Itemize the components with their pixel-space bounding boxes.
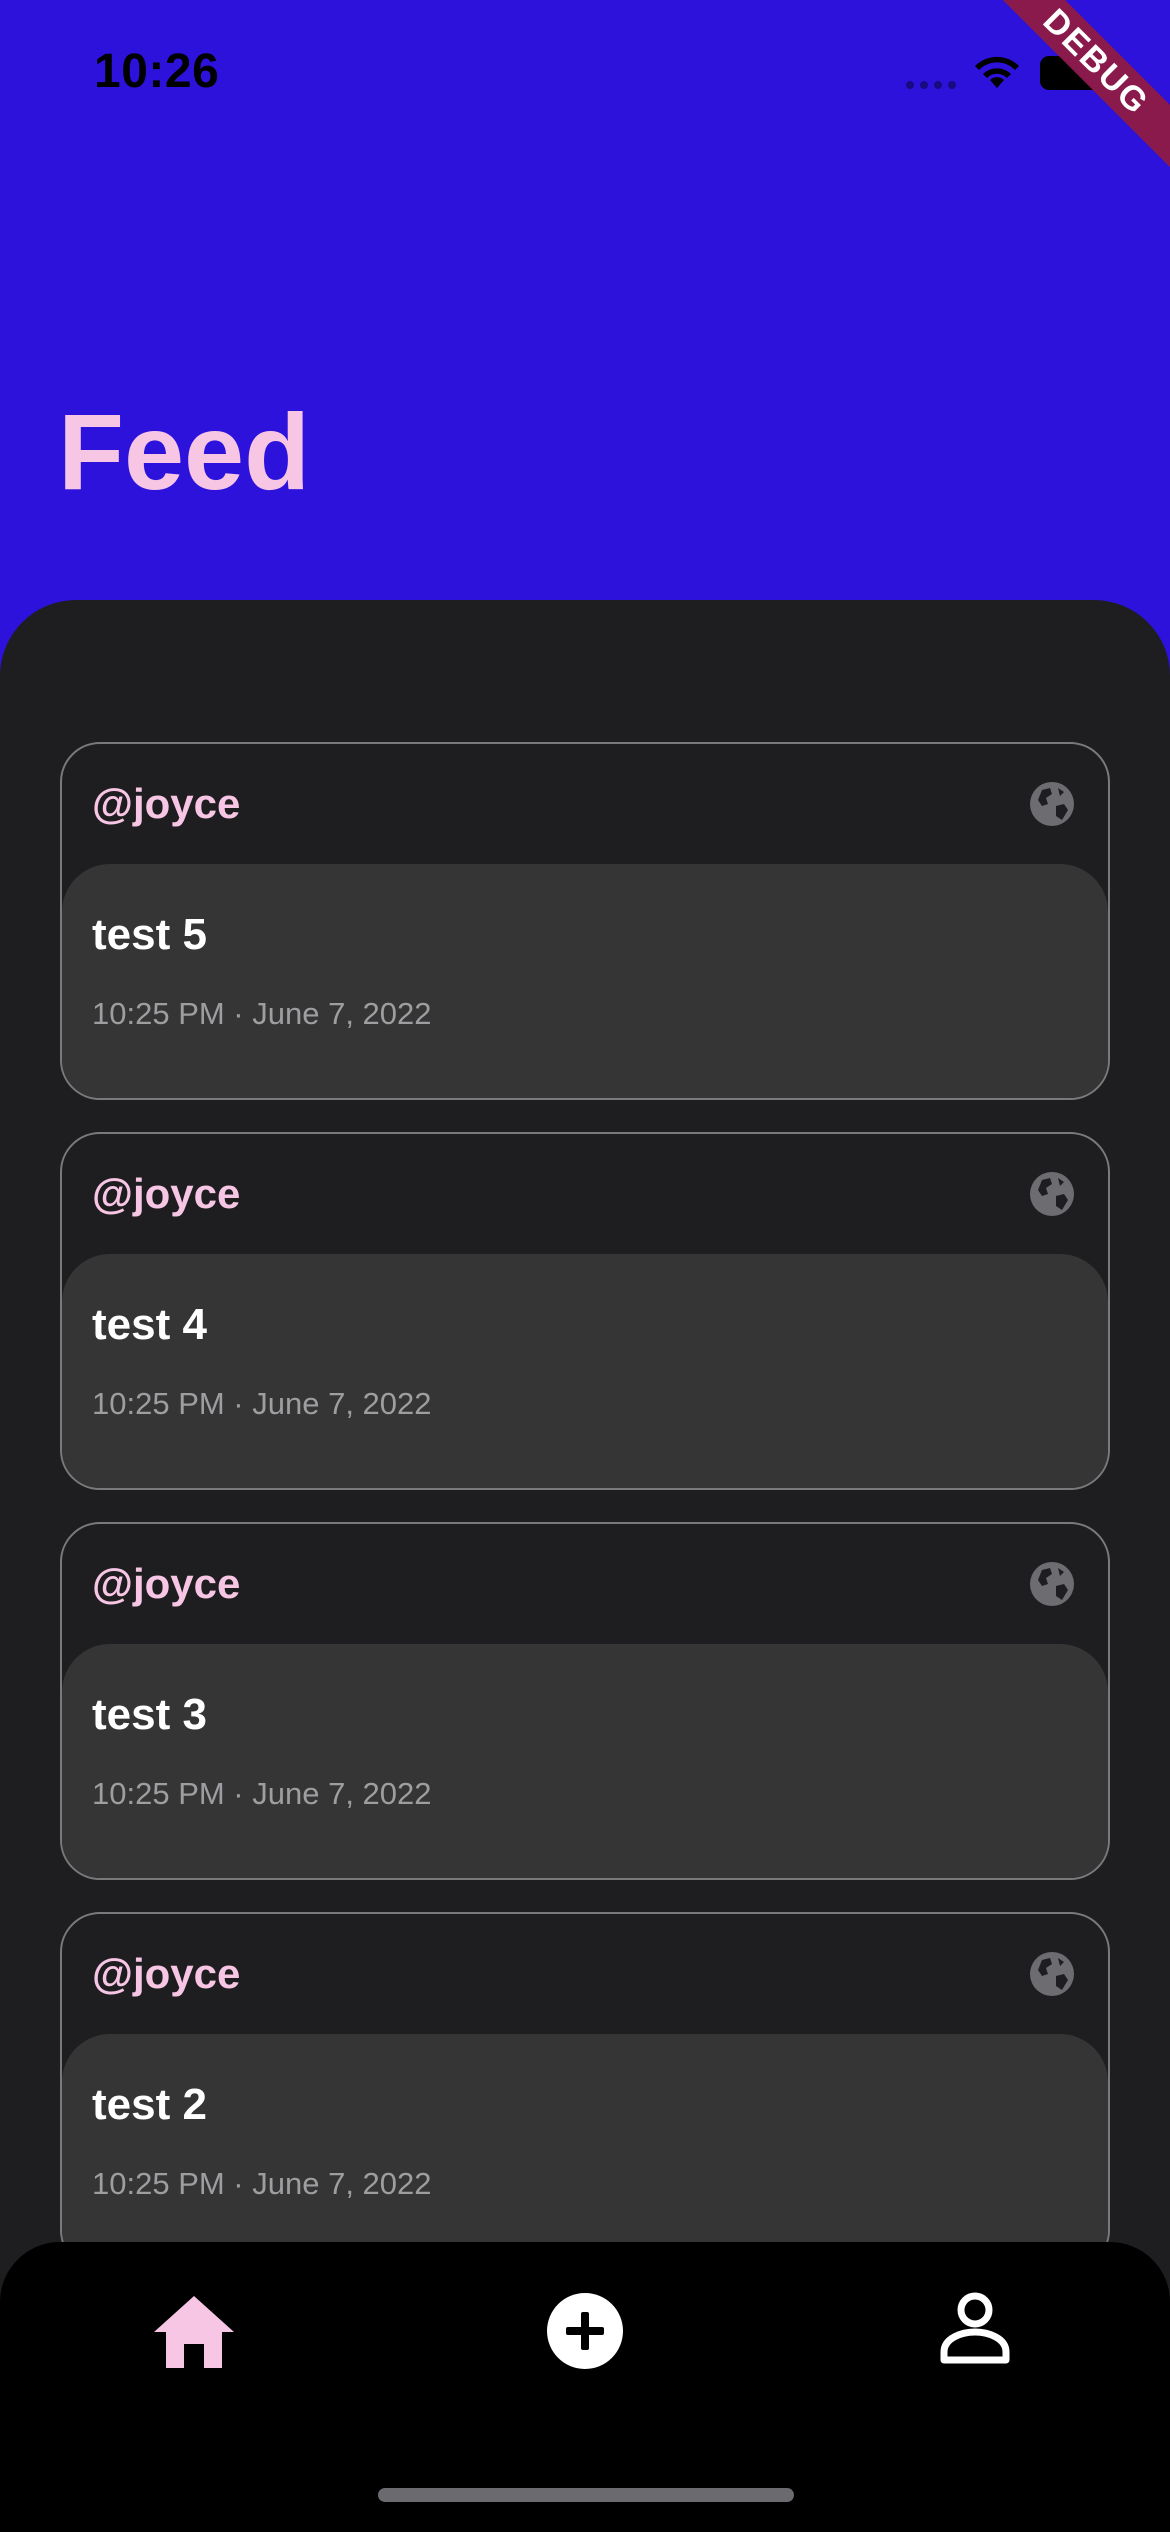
post-body: test 4 10:25 PM · June 7, 2022 xyxy=(62,1254,1108,1488)
page-title: Feed xyxy=(58,391,311,512)
globe-icon xyxy=(1030,1172,1074,1216)
person-icon[interactable] xyxy=(940,2292,1010,2364)
post-timestamp: 10:25 PM · June 7, 2022 xyxy=(92,996,432,1031)
globe-icon xyxy=(1030,782,1074,826)
wifi-icon xyxy=(975,56,1019,88)
post-text: test 2 xyxy=(92,2080,207,2129)
post-timestamp: 10:25 PM · June 7, 2022 xyxy=(92,1776,432,1811)
post-text: test 4 xyxy=(92,1300,207,1349)
add-circle-icon[interactable] xyxy=(546,2292,624,2370)
post-card[interactable]: @joyce test 4 10:25 PM · June 7, 2022 xyxy=(60,1132,1110,1490)
post-username[interactable]: @joyce xyxy=(92,1560,240,1608)
post-body: test 2 10:25 PM · June 7, 2022 xyxy=(62,2034,1108,2268)
home-icon[interactable] xyxy=(152,2292,236,2372)
post-username[interactable]: @joyce xyxy=(92,780,240,828)
post-text: test 3 xyxy=(92,1690,207,1739)
status-time: 10:26 xyxy=(94,45,220,98)
post-timestamp: 10:25 PM · June 7, 2022 xyxy=(92,1386,432,1421)
post-header: @joyce xyxy=(62,1524,1108,1644)
post-text: test 5 xyxy=(92,910,207,959)
globe-icon xyxy=(1030,1952,1074,1996)
cellular-signal-icon xyxy=(906,81,956,89)
post-body: test 5 10:25 PM · June 7, 2022 xyxy=(62,864,1108,1098)
post-username[interactable]: @joyce xyxy=(92,1170,240,1218)
post-header: @joyce xyxy=(62,744,1108,864)
post-card[interactable]: @joyce test 5 10:25 PM · June 7, 2022 xyxy=(60,742,1110,1100)
post-header: @joyce xyxy=(62,1134,1108,1254)
post-body: test 3 10:25 PM · June 7, 2022 xyxy=(62,1644,1108,1878)
globe-icon xyxy=(1030,1562,1074,1606)
post-username[interactable]: @joyce xyxy=(92,1950,240,1998)
post-card[interactable]: @joyce test 2 10:25 PM · June 7, 2022 xyxy=(60,1912,1110,2270)
home-indicator[interactable] xyxy=(378,2488,794,2502)
post-timestamp: 10:25 PM · June 7, 2022 xyxy=(92,2166,432,2201)
feed-screen: 10:26 DEBUG Feed @joyce test 5 10:25 PM … xyxy=(0,0,1170,2532)
post-card[interactable]: @joyce test 3 10:25 PM · June 7, 2022 xyxy=(60,1522,1110,1880)
post-header: @joyce xyxy=(62,1914,1108,2034)
